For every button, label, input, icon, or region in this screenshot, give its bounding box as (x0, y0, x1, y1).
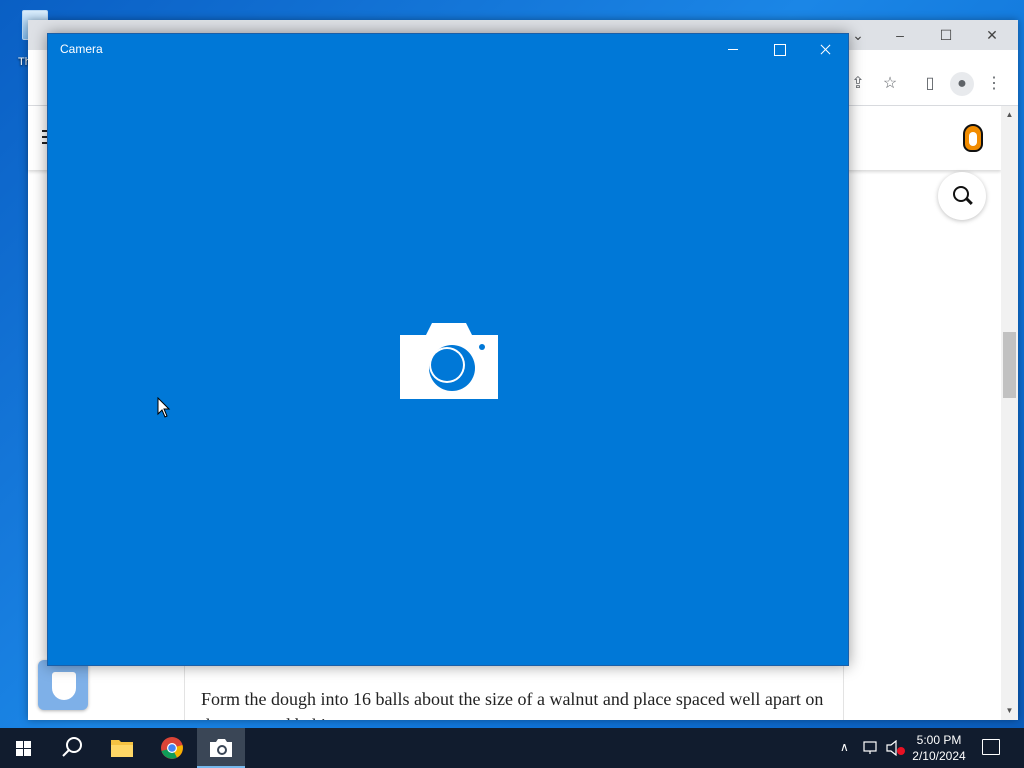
scroll-thumb[interactable] (1003, 332, 1016, 398)
search-icon (62, 737, 82, 757)
camera-minimize-button[interactable] (710, 34, 756, 64)
camera-maximize-button[interactable] (756, 34, 802, 64)
taskbar-search-button[interactable] (48, 728, 96, 768)
camera-icon (210, 739, 232, 757)
camera-window-title: Camera (60, 42, 103, 56)
folder-icon (111, 740, 133, 757)
browser-minimize-button[interactable]: – (886, 26, 914, 44)
clock-time: 5:00 PM (916, 733, 962, 747)
scroll-down-arrow-icon[interactable]: ▼ (1001, 704, 1018, 718)
security-shield-icon[interactable] (38, 660, 88, 710)
camera-icon (400, 323, 498, 399)
camera-taskbar-button[interactable] (197, 728, 245, 768)
file-explorer-button[interactable] (98, 728, 146, 768)
camera-close-button[interactable] (802, 34, 848, 64)
site-search-button[interactable] (938, 172, 986, 220)
camera-app-window: Camera (47, 33, 849, 666)
browser-menu-icon[interactable]: ⋮ (982, 72, 1006, 96)
side-panel-icon[interactable]: ▯ (918, 72, 942, 96)
windows-logo-icon (16, 741, 32, 756)
clock-date: 2/10/2024 (912, 749, 966, 763)
profile-avatar-icon[interactable]: ● (950, 72, 974, 96)
browser-close-button[interactable]: ✕ (978, 26, 1006, 44)
share-icon[interactable]: ⇪ (846, 72, 870, 96)
network-icon[interactable] (862, 740, 880, 756)
action-center-icon[interactable] (982, 739, 1000, 755)
penguin-logo[interactable] (963, 124, 983, 152)
browser-maximize-button[interactable]: ☐ (932, 26, 960, 44)
volume-muted-icon[interactable] (886, 740, 906, 756)
recipe-article: Form the dough into 16 balls about the s… (184, 664, 844, 720)
start-button[interactable] (0, 728, 48, 768)
mouse-pointer-icon (157, 397, 171, 418)
chrome-icon (161, 737, 183, 759)
show-hidden-icons-chevron-icon[interactable]: ∧ (840, 740, 849, 754)
taskbar: ∧ 5:00 PM 2/10/2024 (0, 728, 1024, 768)
recipe-step-text: Form the dough into 16 balls about the s… (201, 689, 824, 720)
system-clock[interactable]: 5:00 PM 2/10/2024 (904, 732, 974, 764)
chrome-button[interactable] (148, 728, 196, 768)
browser-scrollbar[interactable]: ▲ ▼ (1001, 106, 1018, 720)
scroll-up-arrow-icon[interactable]: ▲ (1001, 108, 1018, 122)
bookmark-star-icon[interactable]: ☆ (878, 72, 902, 96)
